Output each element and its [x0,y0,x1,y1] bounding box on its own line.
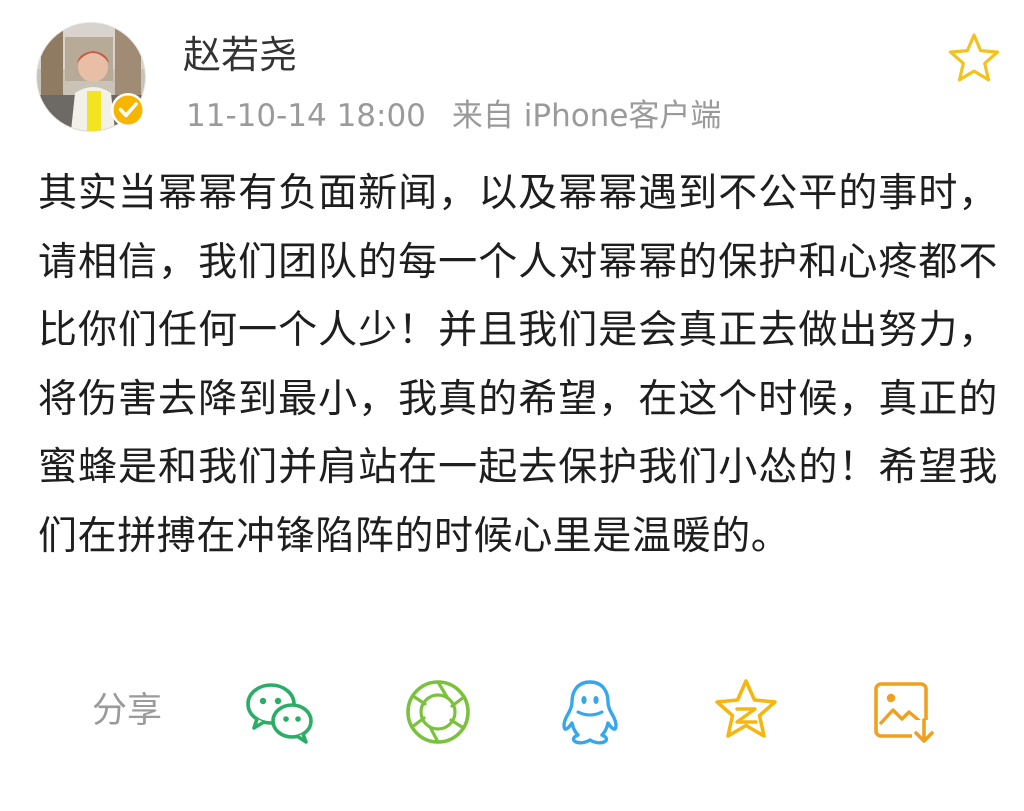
save-image-button[interactable] [866,674,942,750]
post-content: 其实当幂幂有负面新闻，以及幂幂遇到不公平的事时，请相信，我们团队的每一个人对幂幂… [38,171,998,559]
qq-icon [562,680,618,745]
moments-icon [406,680,470,744]
star-outline-icon [948,33,1000,82]
share-label: 分享 [92,691,163,731]
post-source: 来自 iPhone客户端 [451,98,722,134]
share-moments-button[interactable] [400,674,476,750]
author-name[interactable]: 赵若尧 [183,30,297,80]
share-wechat-button[interactable] [242,674,318,750]
qzone-icon [715,679,777,738]
post-timestamp: 11-10-14 18:00 [186,98,426,134]
post-meta: 11-10-14 18:00 来自 iPhone客户端 [186,93,721,139]
avatar-container[interactable] [36,22,146,132]
share-qq-button[interactable] [552,674,628,750]
wechat-icon [246,683,313,744]
share-bar: 分享 [0,672,1024,752]
save-image-icon [874,682,936,744]
verified-badge-icon [111,93,145,127]
favorite-button[interactable] [945,30,1003,88]
weibo-post: 赵若尧 11-10-14 18:00 来自 iPhone客户端 其实当幂幂有负面新… [0,0,1024,811]
share-qzone-button[interactable] [708,674,784,750]
